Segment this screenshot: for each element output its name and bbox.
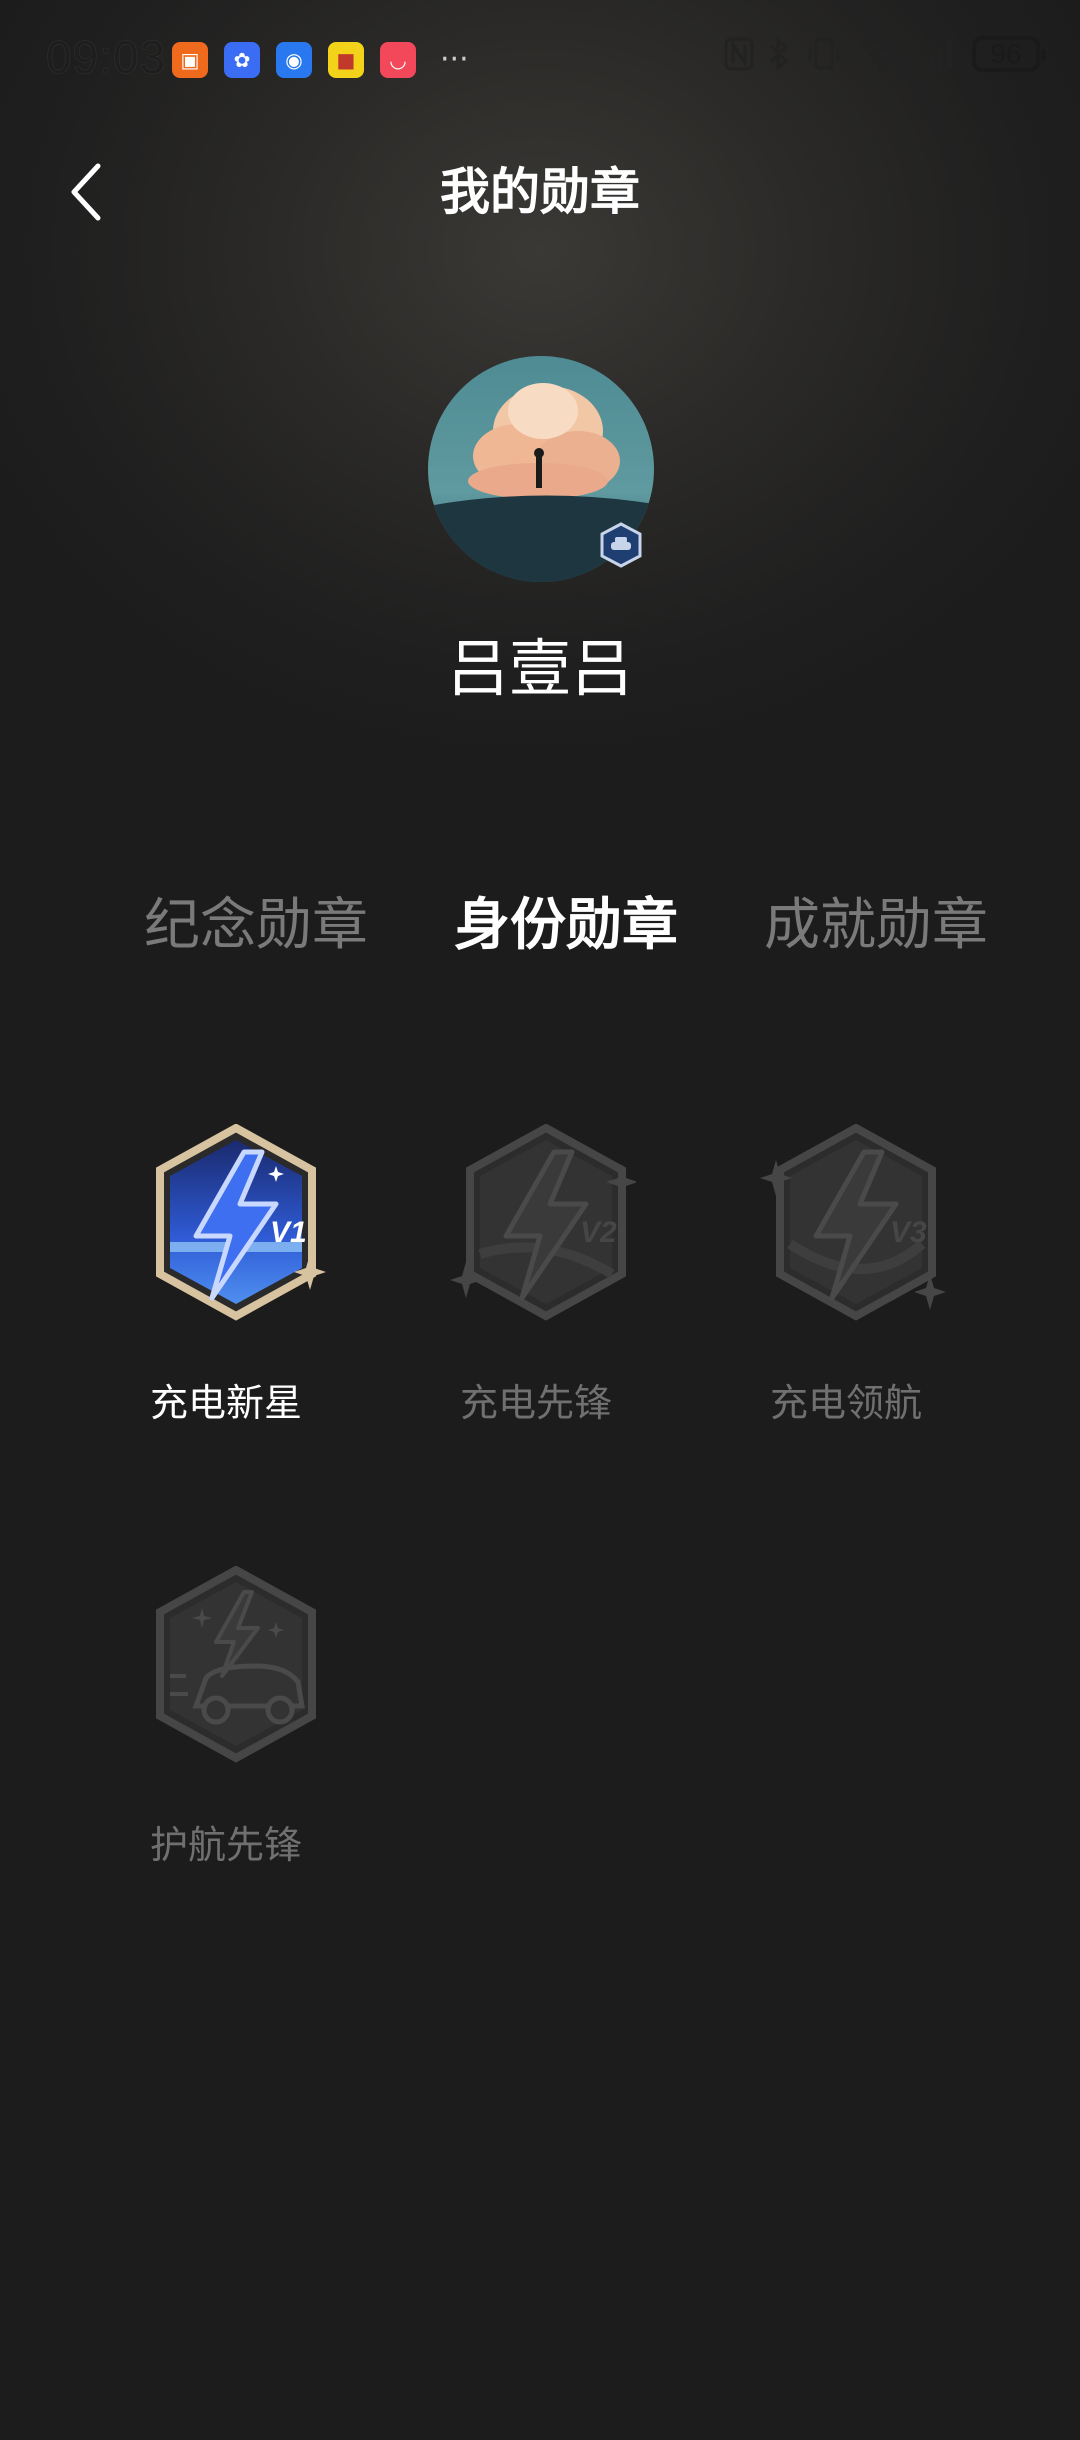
badge-charging-navigator[interactable]: V3 充电领航 <box>736 1124 956 1427</box>
bluetooth-icon <box>769 36 789 72</box>
tab-identity[interactable]: 身份勋章 <box>454 880 678 961</box>
signal-icon <box>920 40 952 69</box>
charging-star-badge-icon: V1 <box>156 1124 326 1321</box>
tab-achievement[interactable]: 成就勋章 <box>764 880 988 961</box>
status-bar: 09:03 ▣ ✿ ◉ ■ ◡ ··· 96 <box>0 0 1080 120</box>
escort-pioneer-badge-icon <box>156 1566 316 1763</box>
vibrate-icon <box>808 38 840 70</box>
charging-pioneer-badge-icon: V2 <box>450 1124 636 1321</box>
blue-flower-app-icon: ✿ <box>224 42 260 78</box>
notification-app-icons: ▣ ✿ ◉ ■ ◡ ··· <box>172 42 469 78</box>
badge-escort-pioneer[interactable]: 护航先锋 <box>116 1566 336 1869</box>
svg-text:V3: V3 <box>890 1216 927 1249</box>
badge-charging-star[interactable]: V1 充电新星 <box>116 1124 336 1427</box>
more-notifications-icon: ··· <box>440 42 469 77</box>
badge-label: 充电领航 <box>769 1381 922 1425</box>
svg-text:V1: V1 <box>270 1216 307 1249</box>
status-indicators: 96 <box>724 36 1046 72</box>
orange-app-icon: ▣ <box>172 42 208 78</box>
svg-text:V2: V2 <box>580 1216 617 1249</box>
username: 吕壹吕 <box>446 632 633 705</box>
yellow-app-icon: ■ <box>328 42 364 78</box>
lightbulb-app-icon: ◉ <box>276 42 312 78</box>
vehicle-badge-icon <box>598 522 644 568</box>
battery-level: 96 <box>990 38 1022 69</box>
status-time: 09:03 <box>46 31 167 83</box>
wifi-icon <box>861 39 901 71</box>
medal-category-tabs: 纪念勋章 身份勋章 成就勋章 <box>0 880 1080 960</box>
tab-commemorative[interactable]: 纪念勋章 <box>144 880 368 961</box>
charging-navigator-badge-icon: V3 <box>760 1124 946 1321</box>
badge-label: 充电新星 <box>149 1381 302 1425</box>
page-title: 我的勋章 <box>440 163 640 221</box>
huawei-store-app-icon: ◡ <box>380 42 416 78</box>
badge-label: 充电先锋 <box>459 1381 612 1425</box>
battery-indicator: 96 <box>972 36 1046 72</box>
badge-charging-pioneer[interactable]: V2 充电先锋 <box>426 1124 646 1427</box>
nfc-icon <box>724 37 754 71</box>
badge-label: 护航先锋 <box>149 1823 302 1867</box>
